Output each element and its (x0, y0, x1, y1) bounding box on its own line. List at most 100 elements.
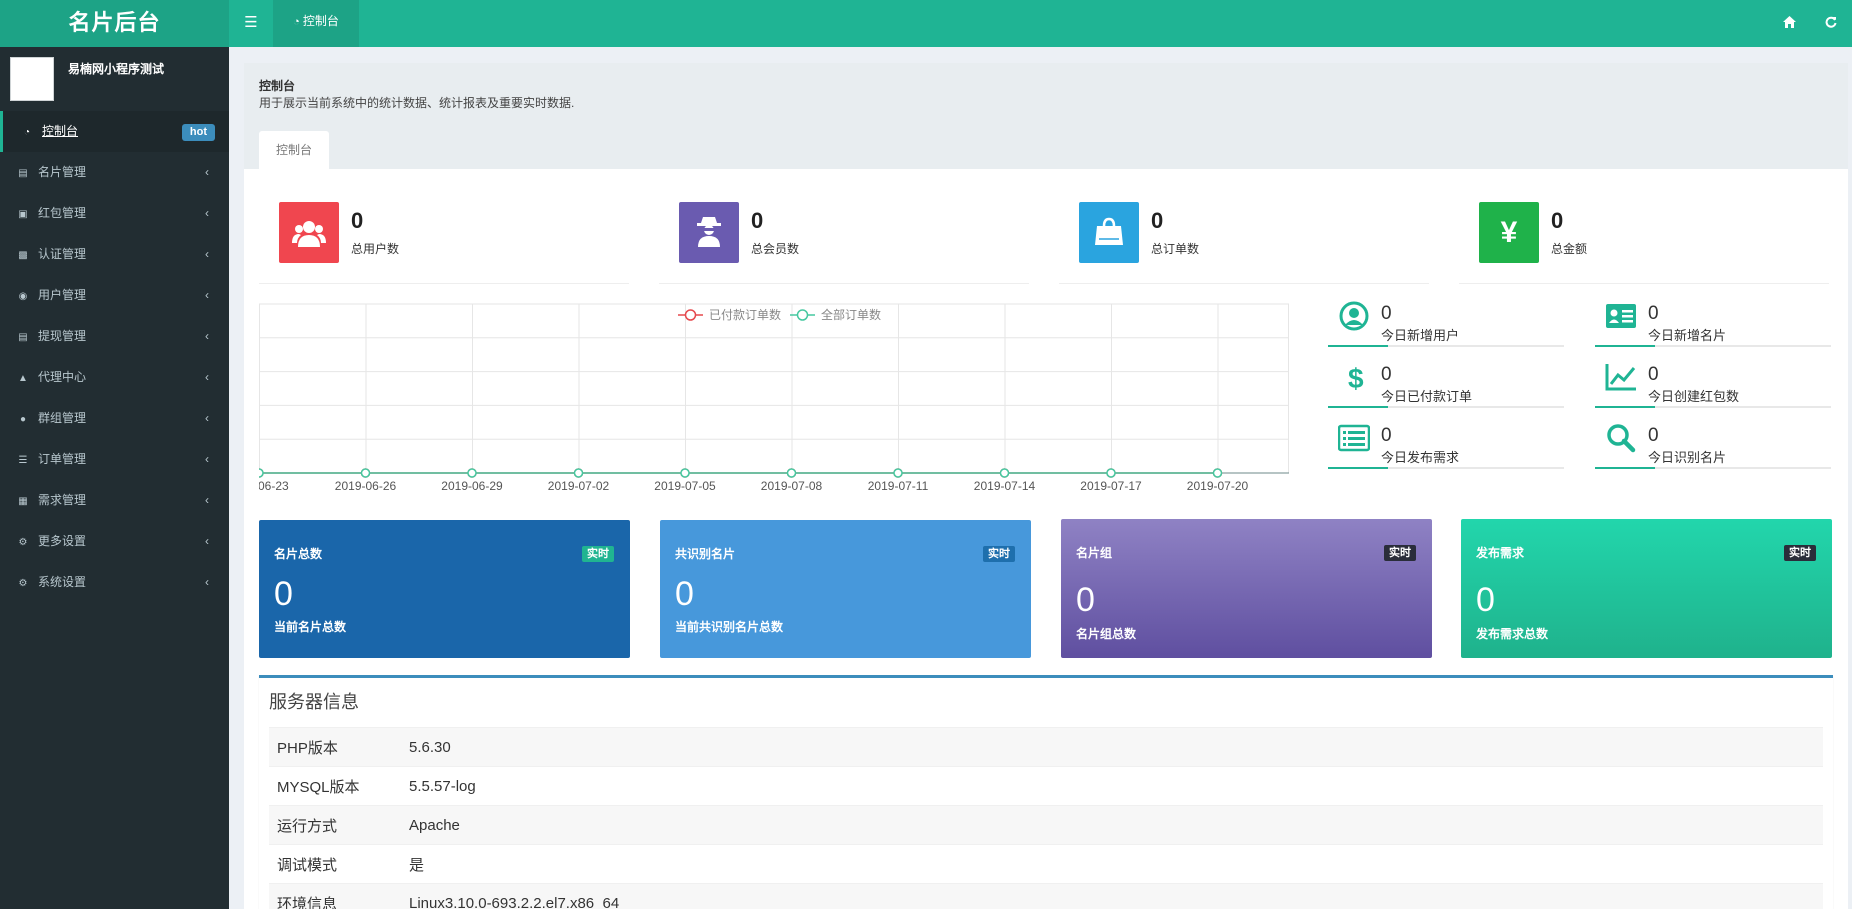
card-title: 名片总数 (274, 547, 323, 561)
today-value: 0 (1648, 425, 1659, 446)
chevron-left-icon: ‹ (205, 575, 209, 589)
sidebar-menu: ◔ 控制台 hot ▤ 名片管理 ‹ ▣ 红包管理 ‹ ▩ 认证管理 ‹ ◉ 用户管理 ‹… (0, 111, 229, 603)
today-progress (1328, 467, 1564, 469)
sidebar-item-more-settings[interactable]: ⚙ 更多设置 ‹ (0, 521, 229, 562)
today-new-cards: 0 今日新增名片 (1595, 301, 1831, 347)
today-label: 今日发布需求 (1381, 450, 1460, 465)
sidebar-item-label: 代理中心 (38, 370, 87, 384)
sidebar-item-order-management[interactable]: ☰ 订单管理 ‹ (0, 439, 229, 480)
server-info-table: PHP版本 5.6.30 MYSQL版本 5.5.57-log 运行方式 Apa… (269, 727, 1823, 909)
stat-label: 总金额 (1551, 242, 1588, 256)
realtime-badge: 实时 (983, 546, 1015, 562)
data-point (573, 468, 584, 478)
today-demands: 0 今日发布需求 (1328, 423, 1564, 469)
chevron-left-icon: ‹ (205, 411, 209, 425)
yen-icon: ¥ (1479, 202, 1539, 263)
chevron-left-icon: ‹ (205, 329, 209, 343)
today-value: 0 (1381, 364, 1392, 385)
user-circle-icon: ◉ (18, 291, 28, 302)
sidebar-item-system-settings[interactable]: ⚙ 系统设置 ‹ (0, 562, 229, 603)
server-value: 5.5.57-log (409, 766, 1823, 806)
sidebar-item-card-management[interactable]: ▤ 名片管理 ‹ (0, 152, 229, 193)
data-point (999, 468, 1010, 478)
x-tick-label: 2019-07-14 (974, 479, 1036, 493)
page-title: 控制台 (259, 79, 296, 93)
data-point (1106, 468, 1116, 478)
x-tick-label: 06-23 (259, 479, 289, 493)
stat-total-amount: ¥ 0 总金额 (1459, 202, 1829, 284)
tab-dashboard[interactable]: ◔ 控制台 (273, 0, 359, 47)
app-logo[interactable]: 名片后台 (0, 0, 229, 47)
legend-marker (684, 309, 697, 321)
sidebar-item-redpacket-management[interactable]: ▣ 红包管理 ‹ (0, 193, 229, 234)
server-value: 是 (409, 844, 1823, 884)
chevron-left-icon: ‹ (205, 493, 209, 507)
server-value: 5.6.30 (409, 727, 1823, 767)
sidebar-item-label: 系统设置 (38, 575, 87, 589)
sidebar-item-label: 群组管理 (38, 411, 87, 425)
chevron-left-icon: ‹ (205, 534, 209, 548)
sidebar-item-label: 更多设置 (38, 534, 87, 548)
dashboard-icon: ◔ (23, 127, 31, 138)
x-tick-label: 2019-07-08 (761, 479, 823, 493)
sidebar-item-withdraw-management[interactable]: ▤ 提现管理 ‹ (0, 316, 229, 357)
card-subtitle: 名片组总数 (1076, 627, 1137, 641)
refresh-icon (1825, 16, 1837, 28)
realtime-badge: 实时 (582, 546, 614, 562)
refresh-button[interactable] (1810, 0, 1852, 47)
search-icon (1607, 424, 1636, 453)
user-secret-icon (679, 202, 739, 263)
sidebar-item-user-management[interactable]: ◉ 用户管理 ‹ (0, 275, 229, 316)
list-icon: ☰ (18, 455, 28, 466)
tab-dashboard-content[interactable]: 控制台 (259, 131, 329, 169)
chevron-left-icon: ‹ (205, 452, 209, 466)
server-key: 运行方式 (269, 805, 409, 845)
tab-dashboard-label: 控制台 (302, 14, 339, 28)
dashboard-icon: ◔ (293, 16, 300, 28)
sidebar-toggle-button[interactable]: ☰ (229, 0, 273, 47)
today-label: 今日识别名片 (1648, 450, 1727, 465)
top-header: 名片后台 ☰ ◔ 控制台 (0, 0, 1852, 47)
sidebar-item-auth-management[interactable]: ▩ 认证管理 ‹ (0, 234, 229, 275)
table-row: 环境信息 Linux3.10.0-693.2.2.el7.x86_64 (269, 883, 1823, 909)
today-paid-orders: $ 0 今日已付款订单 (1328, 362, 1564, 408)
top-right-actions (1768, 0, 1852, 47)
sidebar-item-demand-management[interactable]: ▦ 需求管理 ‹ (0, 480, 229, 521)
sidebar: 易楠网小程序测试 ◔ 控制台 hot ▤ 名片管理 ‹ ▣ 红包管理 ‹ ▩ 认证管理 … (0, 47, 229, 909)
card-value: 0 (1476, 581, 1495, 619)
id-card-icon (1606, 304, 1636, 328)
server-info-box: 服务器信息 PHP版本 5.6.30 MYSQL版本 5.5.57-log 运行… (259, 675, 1833, 909)
stat-value: 0 (1551, 208, 1564, 233)
card-subtitle: 当前名片总数 (274, 620, 347, 634)
chevron-left-icon: ‹ (205, 247, 209, 261)
x-tick-label: 2019-07-05 (654, 479, 716, 493)
stat-total-members: 0 总会员数 (659, 202, 1029, 284)
card-title: 发布需求 (1476, 546, 1525, 560)
x-tick-label: 2019-07-11 (868, 479, 929, 493)
svg-text:$: $ (1348, 363, 1364, 392)
stat-label: 总订单数 (1151, 242, 1200, 256)
today-progress (1328, 406, 1564, 408)
sidebar-item-label: 需求管理 (38, 493, 87, 507)
shopping-bag-icon (1079, 202, 1139, 263)
card-subtitle: 当前共识别名片总数 (675, 620, 784, 634)
money-icon: ▤ (18, 332, 28, 343)
users-icon: ● (19, 414, 27, 425)
today-value: 0 (1648, 364, 1659, 385)
user-name: 易楠网小程序测试 (68, 62, 165, 76)
users-icon (279, 202, 339, 263)
sidebar-item-dashboard[interactable]: ◔ 控制台 hot (0, 111, 229, 152)
server-key: 调试模式 (269, 844, 409, 884)
sidebar-item-agent-center[interactable]: ▲ 代理中心 ‹ (0, 357, 229, 398)
page-description: 用于展示当前系统中的统计数据、统计报表及重要实时数据. (259, 96, 575, 110)
x-tick-label: 2019-06-26 (335, 479, 397, 493)
card-card-groups: 名片组 实时 0 名片组总数 (1061, 519, 1432, 658)
content-header: 控制台 用于展示当前系统中的统计数据、统计报表及重要实时数据. 控制台 (244, 63, 1848, 169)
stat-label: 总用户数 (351, 242, 400, 256)
home-button[interactable] (1768, 0, 1810, 47)
sidebar-item-group-management[interactable]: ● 群组管理 ‹ (0, 398, 229, 439)
user-panel: 易楠网小程序测试 (0, 47, 229, 111)
sidebar-item-label: 用户管理 (38, 288, 87, 302)
list-alt-icon (1338, 424, 1370, 452)
stat-value: 0 (1151, 208, 1164, 233)
